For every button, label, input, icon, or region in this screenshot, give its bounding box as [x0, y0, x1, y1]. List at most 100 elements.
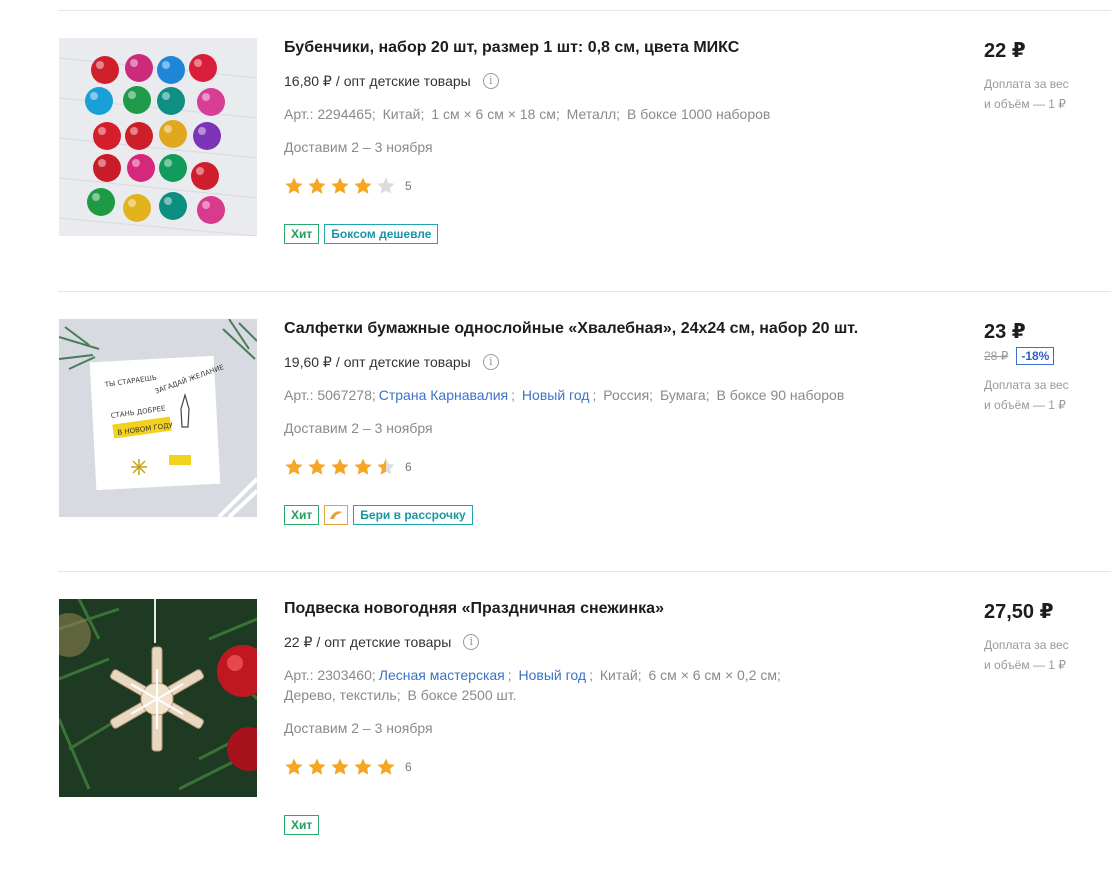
badge-hit: Хит	[284, 505, 320, 525]
star-icon	[377, 458, 395, 475]
delivery-date: Доставим 2 – 3 ноября	[284, 420, 433, 436]
star-icon	[354, 177, 372, 194]
star-icon	[354, 758, 372, 775]
bells-image	[59, 38, 257, 236]
product-list: Бубенчики, набор 20 шт, размер 1 шт: 0,8…	[0, 0, 1111, 846]
opt-separator: /	[335, 354, 340, 370]
divider	[58, 10, 1111, 11]
opt-price: 22 ₽	[284, 634, 313, 650]
product-image-bells[interactable]	[59, 38, 257, 236]
price: 22 ₽	[984, 40, 1026, 62]
product-info: Подвеска новогодняя «Праздничная снежинк…	[284, 599, 924, 835]
star-icon	[285, 458, 303, 475]
rating: 6	[284, 757, 924, 777]
installment-badge[interactable]	[324, 505, 349, 525]
opt-separator: /	[316, 634, 321, 650]
attr-brand-link[interactable]: Страна Карнавалия	[379, 387, 508, 403]
product-title[interactable]: Бубенчики, набор 20 шт, размер 1 шт: 0,8…	[284, 38, 924, 58]
price-column: 22 ₽ Доплата за вес и объём — 1 ₽	[984, 38, 1104, 114]
rating-stars	[284, 457, 399, 477]
attr-article: Арт.: 5067278;	[284, 387, 376, 403]
star-icon	[377, 177, 395, 194]
weight-surcharge-line2: и объём — 1 ₽	[984, 97, 1066, 111]
delivery-date: Доставим 2 – 3 ноября	[284, 139, 433, 155]
opt-price-line: 22 ₽ / опт детские товары i	[284, 632, 924, 652]
attr-box: В боксе 1000 наборов	[626, 106, 771, 122]
product-attributes: Арт.: 2294465; Китай; 1 см × 6 см × 18 с…	[284, 104, 924, 124]
weight-surcharge-line2: и объём — 1 ₽	[984, 658, 1066, 672]
badges: Хит	[284, 815, 924, 835]
rating-count[interactable]: 5	[405, 179, 412, 193]
badge-hit: Хит	[284, 224, 320, 244]
star-icon	[377, 758, 395, 775]
badges: Хит Боксом дешевле	[284, 224, 924, 244]
product-title[interactable]: Салфетки бумажные однослойные «Хвалебная…	[284, 319, 924, 339]
opt-price-line: 19,60 ₽ / опт детские товары i	[284, 352, 924, 372]
attr-article: Арт.: 2303460;	[284, 667, 376, 683]
price-column: 27,50 ₽ Доплата за вес и объём — 1 ₽	[984, 599, 1104, 675]
attr-material: Бумага;	[659, 387, 710, 403]
weight-surcharge: Доплата за вес и объём — 1 ₽	[984, 635, 1104, 675]
rating-stars	[284, 176, 399, 196]
product-card: ТЫ СТАРАЕШЬ ЗАГАДАЙ ЖЕЛАНИЕ СТАНЬ ДОБРЕЕ…	[0, 319, 1111, 599]
badge-box-cheaper[interactable]: Боксом дешевле	[324, 224, 439, 244]
info-icon[interactable]: i	[482, 73, 499, 89]
star-icon	[331, 177, 349, 194]
attr-country: Китай;	[382, 106, 425, 122]
product-image-snowflake[interactable]	[59, 599, 257, 797]
star-icon	[331, 758, 349, 775]
opt-separator: /	[335, 73, 340, 89]
badge-hit: Хит	[284, 815, 320, 835]
weight-surcharge-line1: Доплата за вес	[984, 77, 1069, 91]
product-info: Бубенчики, набор 20 шт, размер 1 шт: 0,8…	[284, 38, 924, 244]
rating: 6	[284, 457, 924, 477]
discount-badge: -18%	[1016, 347, 1055, 365]
attr-category-link[interactable]: Новый год	[519, 667, 587, 683]
badges: Хит Бери в рассрочку	[284, 505, 924, 525]
opt-price: 19,60 ₽	[284, 354, 332, 370]
divider	[58, 571, 1111, 572]
opt-label: опт детские товары	[324, 634, 452, 650]
product-info: Салфетки бумажные однослойные «Хвалебная…	[284, 319, 924, 525]
rating-stars	[284, 757, 399, 777]
attr-size: 6 см × 6 см × 0,2 см;	[648, 667, 781, 683]
snowflake-image	[59, 599, 257, 797]
star-icon	[308, 177, 326, 194]
opt-price-line: 16,80 ₽ / опт детские товары i	[284, 71, 924, 91]
attr-country: Россия;	[603, 387, 654, 403]
napkins-image: ТЫ СТАРАЕШЬ ЗАГАДАЙ ЖЕЛАНИЕ СТАНЬ ДОБРЕЕ…	[59, 319, 257, 517]
dolphin-icon	[330, 511, 343, 519]
star-icon	[285, 177, 303, 194]
weight-surcharge-line2: и объём — 1 ₽	[984, 398, 1066, 412]
rating-count[interactable]: 6	[405, 760, 412, 774]
divider	[58, 291, 1111, 292]
star-icon	[308, 458, 326, 475]
badge-installment[interactable]: Бери в рассрочку	[353, 505, 473, 525]
product-title[interactable]: Подвеска новогодняя «Праздничная снежинк…	[284, 599, 924, 619]
opt-label: опт детские товары	[343, 354, 471, 370]
info-icon[interactable]: i	[463, 634, 480, 650]
price-column: 23 ₽ 28 ₽ -18% Доплата за вес и объём — …	[984, 319, 1104, 415]
attr-size: 1 см × 6 см × 18 см;	[431, 106, 560, 122]
star-icon	[331, 458, 349, 475]
star-icon	[308, 758, 326, 775]
attr-box: В боксе 90 наборов	[716, 387, 845, 403]
rating-count[interactable]: 6	[405, 460, 412, 474]
star-icon	[285, 758, 303, 775]
weight-surcharge-line1: Доплата за вес	[984, 378, 1069, 392]
attr-brand-link[interactable]: Лесная мастерская	[379, 667, 505, 683]
product-image-napkins[interactable]: ТЫ СТАРАЕШЬ ЗАГАДАЙ ЖЕЛАНИЕ СТАНЬ ДОБРЕЕ…	[59, 319, 257, 517]
weight-surcharge: Доплата за вес и объём — 1 ₽	[984, 74, 1104, 114]
attr-category-link[interactable]: Новый год	[522, 387, 590, 403]
opt-price: 16,80 ₽	[284, 73, 332, 89]
attr-country: Китай;	[599, 667, 642, 683]
old-price: 28 ₽	[984, 349, 1009, 363]
weight-surcharge: Доплата за вес и объём — 1 ₽	[984, 375, 1104, 415]
info-icon[interactable]: i	[482, 354, 499, 370]
old-price-row: 28 ₽ -18%	[984, 346, 1104, 366]
attr-material: Дерево, текстиль;	[284, 687, 401, 703]
star-icon	[354, 458, 372, 475]
attr-box: В боксе 2500 шт.	[407, 687, 517, 703]
product-attributes: Арт.: 5067278; Страна Карнавалия; Новый г…	[284, 387, 845, 403]
product-card: Подвеска новогодняя «Праздничная снежинк…	[0, 599, 1111, 879]
